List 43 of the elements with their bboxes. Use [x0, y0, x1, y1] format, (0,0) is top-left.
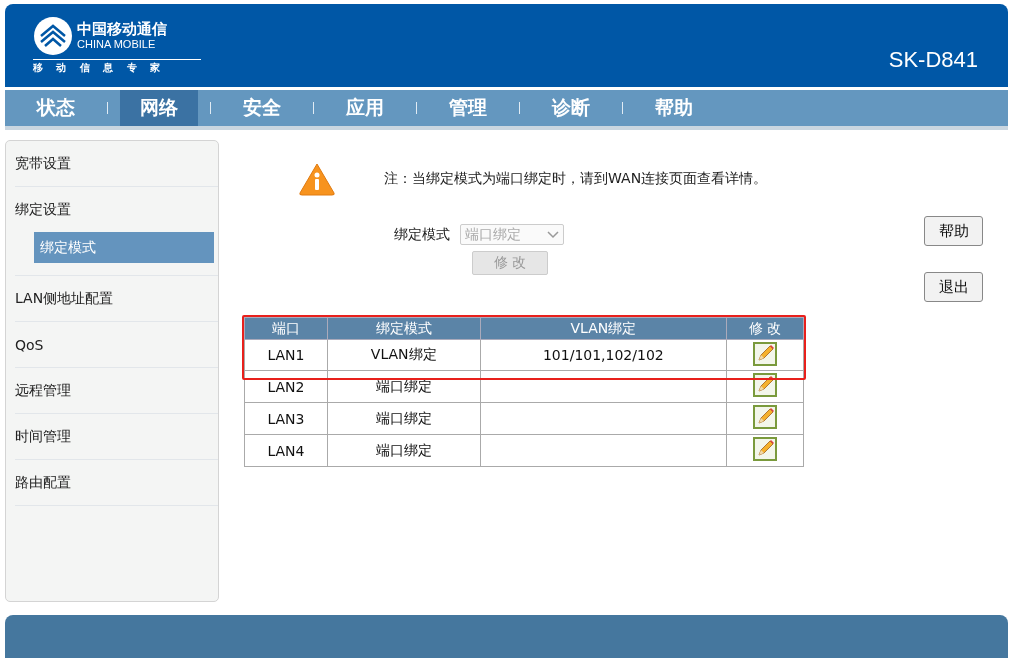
nav-tab[interactable]: 管理 — [429, 90, 507, 126]
logo-icon — [33, 16, 73, 56]
table-cell: VLAN绑定 — [327, 339, 480, 371]
field-label: 绑定模式 — [394, 225, 450, 244]
nav-tab[interactable]: 安全 — [223, 90, 301, 126]
nav-tab[interactable]: 网络 — [120, 90, 198, 126]
sidebar-item[interactable]: LAN侧地址配置 — [15, 276, 218, 321]
pencil-icon[interactable] — [753, 405, 778, 429]
table-cell: 端口绑定 — [327, 402, 480, 435]
table-cell: LAN2 — [244, 370, 328, 403]
column-header: 绑定模式 — [327, 317, 480, 340]
sidebar-item[interactable]: 宽带设置 — [15, 141, 218, 186]
sidebar-item[interactable]: 远程管理 — [15, 368, 218, 413]
model-name: SK-D841 — [888, 46, 978, 73]
table-cell: LAN3 — [244, 402, 328, 435]
sidebar-item[interactable]: QoS — [15, 322, 218, 367]
sidebar-subitem[interactable]: 绑定模式 — [34, 232, 214, 263]
table-cell: LAN1 — [244, 339, 328, 371]
pencil-icon[interactable] — [753, 341, 778, 366]
logo-text: CHINA MOBILE — [77, 38, 157, 51]
nav-tab[interactable]: 状态 — [17, 90, 95, 126]
sidebar-item[interactable]: 路由配置 — [15, 460, 218, 505]
sidebar-item[interactable]: 时间管理 — [15, 414, 218, 459]
action-button[interactable]: 退出 — [924, 272, 983, 302]
chevron-icon — [547, 230, 559, 239]
table-cell: LAN4 — [244, 434, 328, 467]
nav-tab[interactable]: 诊断 — [532, 90, 610, 126]
column-header: 修 改 — [726, 317, 804, 340]
table-cell: 端口绑定 — [327, 370, 480, 403]
slogan-text: 移 动 信 息 专 家 — [33, 59, 201, 75]
notice-text: 注：当绑定模式为端口绑定时，请到WAN连接页面查看详情。 — [384, 170, 768, 188]
table-cell: 101/101,102/102 — [480, 339, 727, 371]
nav-tab[interactable]: 应用 — [326, 90, 404, 126]
column-header: 端口 — [244, 317, 328, 340]
warning-icon — [298, 162, 336, 196]
sidebar-item[interactable]: 绑定设置 — [15, 187, 218, 232]
action-button[interactable]: 帮助 — [924, 216, 983, 246]
pencil-icon[interactable] — [753, 437, 778, 461]
nav-tab[interactable]: 帮助 — [635, 90, 713, 126]
column-header: VLAN绑定 — [480, 317, 727, 340]
logo-text: 中国移动通信 — [77, 21, 167, 38]
table-cell: 端口绑定 — [327, 434, 480, 467]
pencil-icon[interactable] — [753, 373, 778, 397]
